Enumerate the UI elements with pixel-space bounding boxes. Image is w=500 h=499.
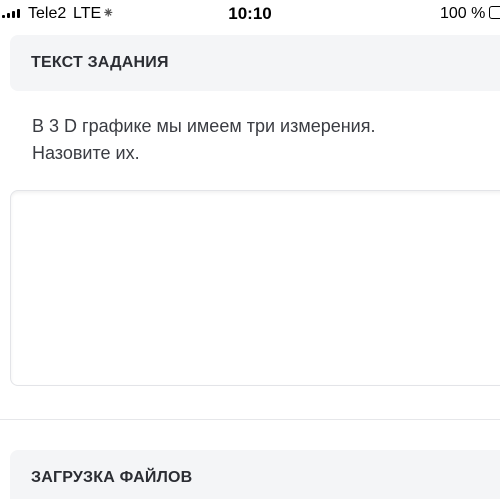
battery-icon [489, 6, 500, 19]
answer-input[interactable] [10, 190, 500, 386]
file-upload-section-title: ЗАГРУЗКА ФАЙЛОВ [31, 469, 193, 486]
task-text-line: Назовите их. [32, 143, 140, 163]
task-text-line: В 3 D графике мы имеем три измерения. [32, 116, 376, 136]
section-divider [0, 419, 500, 420]
task-text: В 3 D графике мы имеем три измерения. На… [32, 113, 492, 167]
battery-percentage: 100 % [440, 5, 486, 22]
task-section-title: ТЕКСТ ЗАДАНИЯ [31, 54, 169, 71]
task-section-header: ТЕКСТ ЗАДАНИЯ [10, 35, 500, 91]
status-time: 10:10 [228, 4, 272, 23]
file-upload-section-header: ЗАГРУЗКА ФАЙЛОВ [10, 450, 500, 499]
status-bar: Tele2 LTE ⁕ 10:10 100 % [0, 0, 500, 28]
